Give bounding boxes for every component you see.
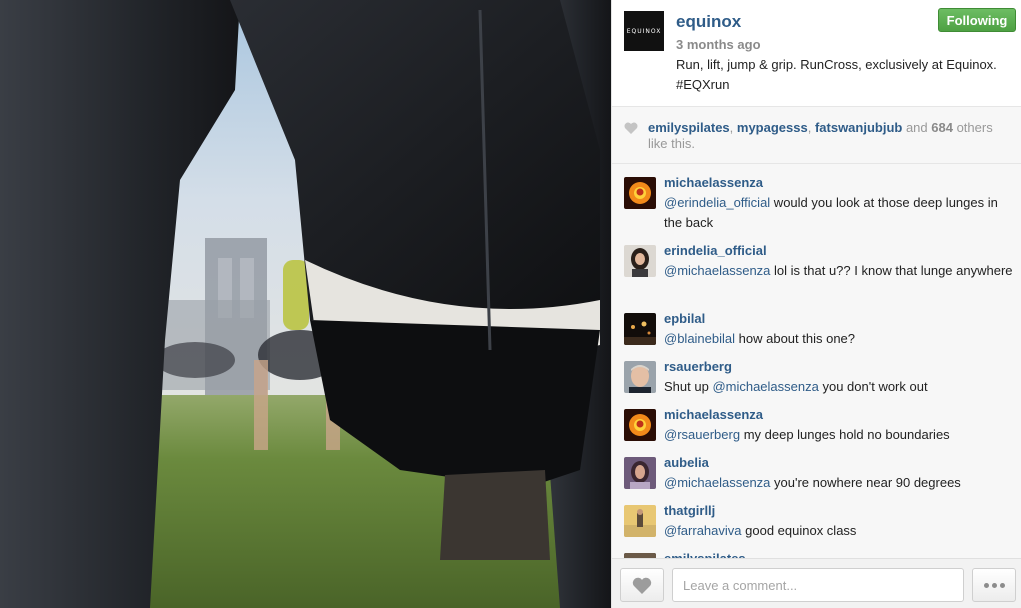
post-timestamp[interactable]: 3 months ago — [676, 37, 761, 52]
comments-list[interactable]: michaelassenza @erindelia_official would… — [612, 164, 1021, 558]
comment-username[interactable]: epbilal — [664, 311, 705, 326]
commenter-avatar[interactable] — [624, 505, 656, 537]
commenter-avatar[interactable] — [624, 361, 656, 393]
comment-body: good equinox class — [741, 523, 857, 538]
equinox-avatar[interactable]: EQUINOX — [624, 11, 664, 51]
comment-body: how about this one? — [735, 331, 856, 346]
comment-mention[interactable]: @michaelassenza — [712, 379, 818, 394]
liker-separator: , — [807, 120, 815, 135]
commenter-avatar[interactable] — [624, 177, 656, 209]
heart-icon — [624, 122, 638, 134]
comment-body: my deep lunges hold no boundaries — [740, 427, 950, 442]
dot-icon — [999, 582, 1005, 588]
liker-separator: , — [729, 120, 737, 135]
comment-footer — [612, 558, 1021, 608]
dot-icon — [991, 582, 997, 588]
post-photo — [0, 0, 611, 608]
comment-body: lol is that u?? I know that lunge anywhe… — [770, 263, 1013, 278]
comment-mention[interactable]: @rsauerberg — [664, 427, 740, 442]
comment-text: @rsauerberg my deep lunges hold no bound… — [664, 425, 1014, 445]
comment-text: @erindelia_official would you look at th… — [664, 193, 1014, 233]
comment-mention[interactable]: @michaelassenza — [664, 475, 770, 490]
comment-mention[interactable]: @blainebilal — [664, 331, 735, 346]
liker-link[interactable]: emilyspilates — [648, 120, 730, 135]
comment-mention[interactable]: @farrahaviva — [664, 523, 742, 538]
comment-username[interactable]: erindelia_official — [664, 243, 767, 258]
commenter-avatar[interactable] — [624, 313, 656, 345]
likes-count[interactable]: 684 — [931, 120, 953, 135]
comment-text: Shut up @michaelassenza you don't work o… — [664, 377, 1014, 397]
avatar-logo-text: EQUINOX — [626, 27, 662, 35]
post-panel: EQUINOX equinox 3 months ago Run, lift, … — [611, 0, 1021, 608]
comment-text: @blainebilal how about this one? — [664, 329, 1014, 349]
comment-text: @farrahaviva good equinox class — [664, 521, 1014, 541]
comment-username[interactable]: thatgirllj — [664, 503, 715, 518]
comment-username[interactable]: emilyspilates — [664, 551, 746, 558]
commenter-avatar[interactable] — [624, 457, 656, 489]
post-caption: Run, lift, jump & grip. RunCross, exclus… — [676, 57, 997, 92]
heart-icon — [632, 577, 652, 594]
comment-text: @michaelassenza lol is that u?? I know t… — [664, 261, 1014, 281]
liker-link[interactable]: fatswanjubjub — [815, 120, 902, 135]
comment-mention[interactable]: @erindelia_official — [664, 195, 770, 210]
comment-mention[interactable]: @michaelassenza — [664, 263, 770, 278]
comment-body: you don't work out — [818, 379, 928, 394]
commenter-avatar[interactable] — [624, 409, 656, 441]
dot-icon — [983, 582, 989, 588]
comment-body: you're nowhere near 90 degrees — [770, 475, 961, 490]
comment-input[interactable] — [672, 568, 964, 602]
like-button[interactable] — [620, 568, 664, 602]
comment-username[interactable]: aubelia — [664, 455, 709, 470]
more-options-button[interactable] — [972, 568, 1016, 602]
likes-summary: emilyspilates, mypagesss, fatswanjubjub … — [612, 107, 1021, 164]
comment-prefix: Shut up — [664, 379, 713, 394]
post-username[interactable]: equinox — [676, 12, 741, 32]
likes-and-text: and — [902, 120, 932, 135]
comment-username[interactable]: rsauerberg — [664, 359, 732, 374]
comment-text: @michaelassenza you're nowhere near 90 d… — [664, 473, 1014, 493]
following-button[interactable]: Following — [938, 8, 1016, 32]
comment-username[interactable]: michaelassenza — [664, 407, 763, 422]
photo-illustration — [0, 0, 611, 608]
comment-username[interactable]: michaelassenza — [664, 175, 763, 190]
post-header: EQUINOX equinox 3 months ago Run, lift, … — [612, 0, 1021, 107]
commenter-avatar[interactable] — [624, 245, 656, 277]
liker-link[interactable]: mypagesss — [737, 120, 808, 135]
